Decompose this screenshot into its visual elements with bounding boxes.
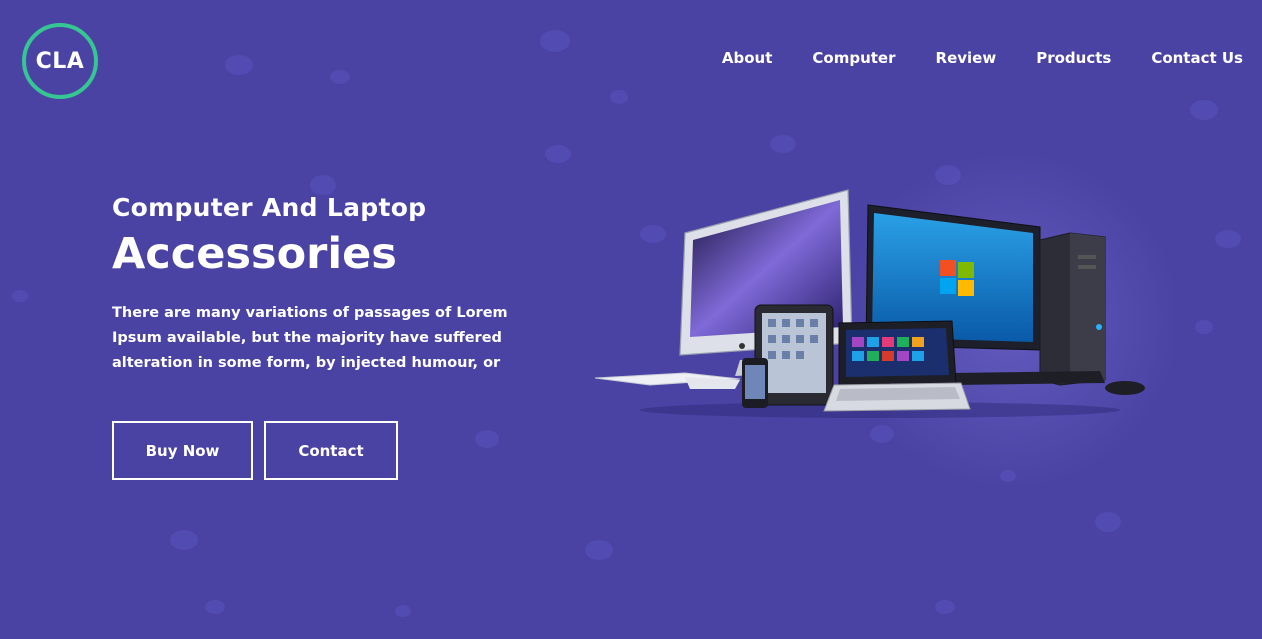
contact-button[interactable]: Contact [264,421,398,481]
nav-item-computer[interactable]: Computer [812,49,895,67]
hero-title: Accessories [112,229,397,279]
laptop-icon [823,320,971,412]
nav-item-about[interactable]: About [722,49,773,67]
buy-now-button[interactable]: Buy Now [112,421,253,481]
hero-section: Computer And Laptop Accessories There ar… [112,193,532,481]
logo[interactable]: CLA [22,23,98,99]
nav-item-products[interactable]: Products [1036,49,1111,67]
nav-item-review[interactable]: Review [936,49,997,67]
hero-subtitle: Computer And Laptop [112,193,427,222]
tower-pc-icon [1039,232,1106,386]
keyboard-dark-icon [950,371,1105,385]
main-nav: About Computer Review Products Contact U… [722,49,1243,67]
mouse-icon [1105,381,1145,395]
hero-buttons: Buy Now Contact [112,421,532,481]
phone-icon [742,358,768,408]
devices-illustration [594,189,1145,418]
nav-item-contact-us[interactable]: Contact Us [1151,49,1243,67]
keyboard-icon [594,372,741,389]
hero-description: There are many variations of passages of… [112,305,508,372]
